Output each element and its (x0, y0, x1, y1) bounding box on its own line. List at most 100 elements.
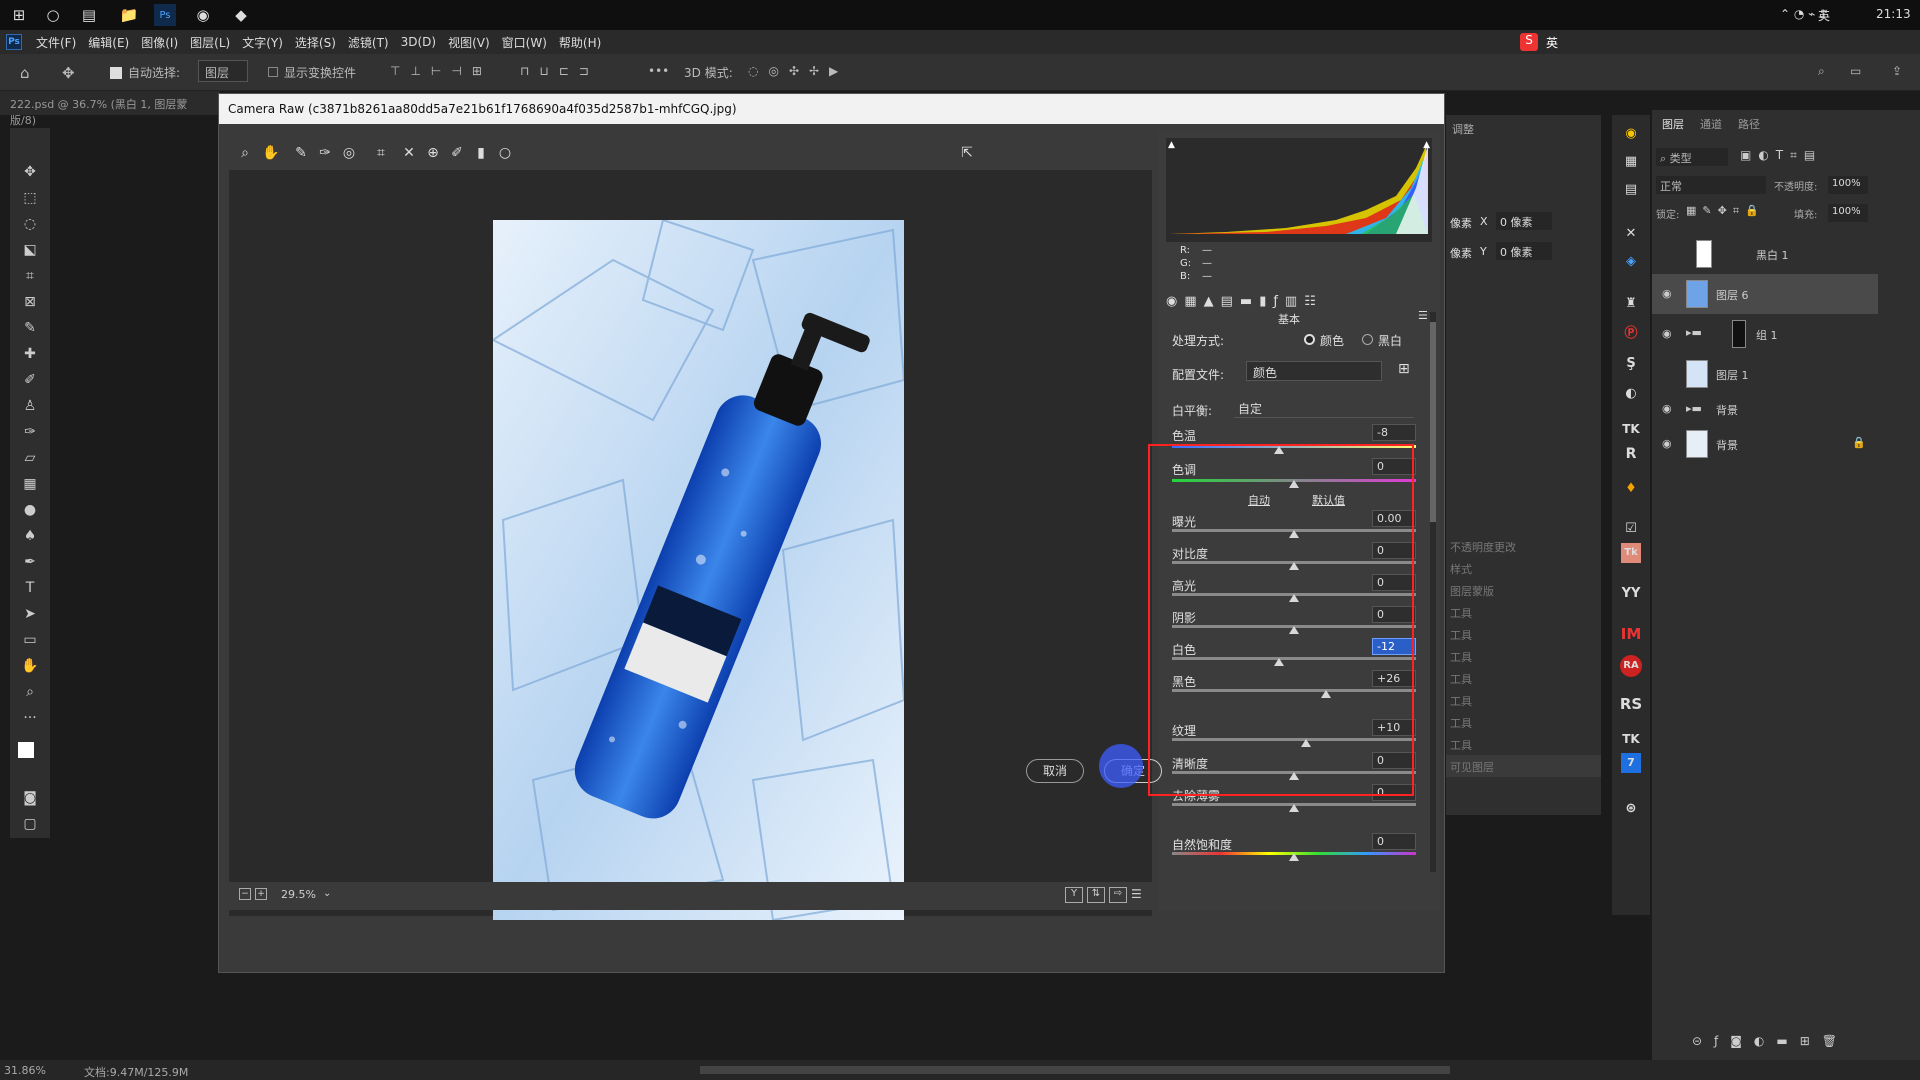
more-icon[interactable]: ••• (648, 64, 669, 78)
copy-settings-icon[interactable]: ⇨ (1109, 887, 1127, 903)
slider-value-vibrance[interactable]: 0 (1372, 833, 1416, 850)
spot-removal-icon[interactable]: ✕ (399, 143, 419, 163)
adjust-item[interactable]: 样式 (1446, 557, 1601, 579)
app-icon[interactable]: ◆ (230, 4, 252, 26)
adjust-item[interactable]: 不透明度更改 (1446, 535, 1601, 557)
hand-icon[interactable]: ✋ (20, 656, 40, 676)
layer-row[interactable]: 图层 1 (1652, 354, 1878, 394)
eye-icon[interactable]: ◉ (1662, 402, 1672, 415)
treatment-bw-radio[interactable] (1362, 334, 1373, 345)
marquee-icon[interactable]: ⬚ (20, 188, 40, 208)
type-icon[interactable]: T (20, 578, 40, 598)
adjust-item[interactable]: 工具 (1446, 733, 1601, 755)
adjust-item[interactable]: 工具 (1446, 689, 1601, 711)
fill-field[interactable]: 100% (1828, 204, 1868, 222)
adjustment-brush-icon[interactable]: ✐ (447, 143, 467, 163)
tk2-plugin-icon[interactable]: TK (1617, 725, 1645, 753)
cancel-button[interactable]: 取消 (1026, 759, 1084, 783)
layer-actions-icons[interactable]: ⊝ƒ◙◐▬⊞🗑 (1692, 1034, 1849, 1048)
workspace-icon[interactable]: ▭ (1850, 64, 1861, 78)
adjust-item[interactable]: 图层蒙版 (1446, 579, 1601, 601)
slider-thumb-vibrance[interactable] (1289, 853, 1299, 861)
chrome-icon[interactable]: ◉ (192, 4, 214, 26)
shield-icon[interactable]: ◈ (1617, 248, 1645, 276)
fullscreen-icon[interactable]: ⇱ (957, 143, 977, 163)
share-icon[interactable]: ⇪ (1892, 64, 1902, 78)
tk-plugin-icon[interactable]: TK (1617, 415, 1645, 443)
slider-thumb-dehaze[interactable] (1289, 804, 1299, 812)
blur-icon[interactable]: ● (20, 500, 40, 520)
fox-icon[interactable]: ♦ (1617, 475, 1645, 503)
pen-icon[interactable]: ✒ (20, 552, 40, 572)
search-icon[interactable]: ⌕ (1818, 64, 1825, 79)
move-tool-icon[interactable]: ✥ (62, 64, 75, 82)
menu-file[interactable]: 文件(F) (30, 34, 82, 51)
white-balance-icon[interactable]: ✎ (291, 143, 311, 163)
graduated-filter-icon[interactable]: ▮ (471, 143, 491, 163)
x-field[interactable]: 0 像素 (1496, 212, 1552, 230)
tab-channels[interactable]: 通道 (1700, 116, 1722, 132)
history-brush-icon[interactable]: ✑ (20, 422, 40, 442)
ps-plugin-icon[interactable]: Ⓟ (1617, 320, 1645, 348)
lock-icons[interactable]: ▦✎✥⌗🔒 (1686, 204, 1765, 218)
film-icon[interactable]: ▤ (1617, 176, 1645, 204)
dodge-icon[interactable]: ♠ (20, 526, 40, 546)
healing-icon[interactable]: ✚ (20, 344, 40, 364)
photoshop-taskbar-icon[interactable]: Ps (154, 4, 176, 26)
sogou-ime-icon[interactable]: S (1520, 33, 1538, 51)
crop-icon[interactable]: ⌗ (20, 266, 40, 286)
3d-tool-icons[interactable]: ◌◎✣✢▶ (748, 64, 848, 78)
menu-view[interactable]: 视图(V) (442, 34, 496, 51)
adjust-item[interactable]: 工具 (1446, 667, 1601, 689)
layer-filter-icons[interactable]: ▣◐T⌗▤ (1740, 148, 1822, 163)
shadow-clip-icon[interactable]: ▲ (1168, 140, 1175, 150)
auto-select-checkbox[interactable] (110, 67, 122, 79)
screen-mode-icon[interactable]: ▢ (20, 814, 40, 834)
bottle-icon[interactable]: ♜ (1617, 290, 1645, 318)
brush-icon[interactable]: ✐ (20, 370, 40, 390)
panel-menu-icon[interactable]: ☰ (1418, 309, 1428, 322)
foreground-color-swatch[interactable] (18, 742, 34, 758)
gamepad-icon[interactable]: ⊛ (1617, 795, 1645, 823)
zoom-level[interactable]: 29.5% (281, 888, 316, 901)
menu-select[interactable]: 选择(S) (289, 34, 342, 51)
slider-value-temp[interactable]: -8 (1372, 424, 1416, 441)
red-eye-icon[interactable]: ⊕ (423, 143, 443, 163)
before-after-y-icon[interactable]: Y (1065, 887, 1083, 903)
menu-filter[interactable]: 滤镜(T) (342, 34, 395, 51)
lasso-icon[interactable]: ◌ (20, 214, 40, 234)
tray-lang[interactable]: 英 (1818, 7, 1830, 24)
rectangle-icon[interactable]: ▭ (20, 630, 40, 650)
windows-start-icon[interactable]: ⊞ (8, 4, 30, 26)
seven-plugin-icon[interactable]: 7 (1621, 753, 1641, 773)
layer-row[interactable]: ◉ 背景 🔒 (1652, 424, 1878, 464)
task-view-icon[interactable]: ▤ (78, 4, 100, 26)
auto-select-dropdown[interactable]: 图层 (198, 60, 248, 82)
path-select-icon[interactable]: ➤ (20, 604, 40, 624)
grid-icon[interactable]: ▦ (1617, 148, 1645, 176)
panel-tabs-icons[interactable]: ◉▦▲▤▬▮ƒ▥☷ (1166, 294, 1432, 310)
adjust-item[interactable]: 工具 (1446, 601, 1601, 623)
radial-filter-icon[interactable]: ○ (495, 143, 515, 163)
preview-settings-icon[interactable]: ☰ (1131, 887, 1142, 901)
clock[interactable]: 21:13 (1876, 7, 1911, 21)
zoom-out-icon[interactable]: − (239, 888, 251, 900)
object-select-icon[interactable]: ⬕ (20, 240, 40, 260)
im-plugin-icon[interactable]: IM (1617, 620, 1645, 648)
menu-window[interactable]: 窗口(W) (496, 34, 553, 51)
white-balance-dropdown[interactable]: 自定 (1234, 398, 1414, 418)
search-circle-icon[interactable]: ○ (42, 4, 64, 26)
panel-scrollbar[interactable] (1430, 312, 1436, 872)
zoom-in-icon[interactable]: + (255, 888, 267, 900)
profile-browser-icon[interactable]: ⊞ (1398, 361, 1410, 377)
quick-mask-icon[interactable]: ◙ (20, 788, 40, 808)
layer-row[interactable]: ◉ ▸▬ 组 1 (1652, 314, 1878, 354)
blend-mode-dropdown[interactable]: 正常 (1656, 176, 1766, 194)
layer-filter-dropdown[interactable]: ⌕ 类型 (1656, 148, 1728, 166)
gradient-icon[interactable]: ▦ (20, 474, 40, 494)
eraser-icon[interactable]: ▱ (20, 448, 40, 468)
eye-icon[interactable]: ◉ (1662, 437, 1672, 450)
color-sampler-icon[interactable]: ✑ (315, 143, 335, 163)
layer-row[interactable]: 黑白 1 (1652, 234, 1878, 274)
tab-layers[interactable]: 图层 (1662, 116, 1684, 132)
